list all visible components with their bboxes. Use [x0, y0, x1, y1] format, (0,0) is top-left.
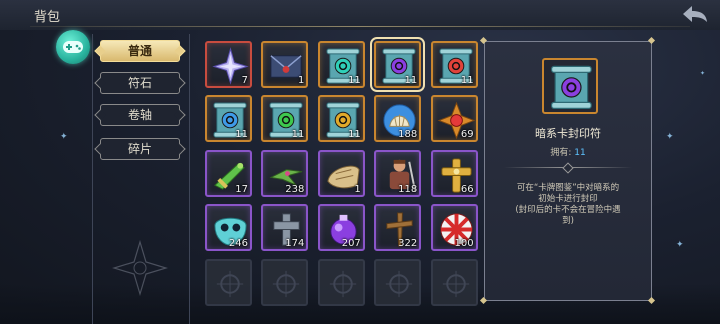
inventory-slot[interactable]: 11: [317, 41, 365, 88]
inventory-slot[interactable]: 17: [205, 149, 252, 197]
item-count: 66: [460, 183, 474, 195]
item-count: 1: [298, 75, 305, 86]
owned-count: 拥有: 11: [484, 145, 652, 158]
inventory-slot[interactable]: 66: [430, 149, 478, 197]
item-count: 322: [398, 238, 418, 250]
tab-runestone[interactable]: 符石: [100, 72, 180, 94]
scroll-purple-rune-icon: [551, 65, 592, 109]
sparkle-icon: ✦: [676, 240, 684, 250]
inventory-slot[interactable]: 100: [430, 204, 478, 252]
item-count: 69: [460, 129, 474, 141]
inventory-slot[interactable]: 1: [261, 41, 309, 88]
inventory-slot[interactable]: 11: [205, 95, 252, 143]
tab-normal[interactable]: 普通: [100, 40, 180, 62]
inventory-slot[interactable]: 11: [261, 95, 309, 143]
detail-item-icon: [542, 58, 598, 114]
item-description-line: (封印后的卡不会在冒险中遇: [515, 205, 621, 215]
gamepad-button[interactable]: [56, 30, 90, 64]
empty-inventory-slot[interactable]: [261, 258, 309, 306]
item-count: 11: [460, 75, 474, 86]
header-divider: [30, 26, 690, 27]
sparkle-icon: ✦: [666, 132, 674, 142]
empty-slot-icon: [216, 270, 244, 297]
inventory-slot[interactable]: 69: [430, 95, 478, 143]
item-count: 246: [228, 238, 248, 250]
item-count: 11: [235, 129, 248, 141]
page-title: 背包: [34, 10, 61, 25]
empty-inventory-slot[interactable]: [205, 258, 252, 306]
item-count: 11: [348, 129, 361, 141]
item-count: 188: [398, 129, 418, 141]
inventory-grid: 7 1 11 11 11 11 11 11 188 69 17 238 1 118 66 246 1…: [198, 36, 480, 324]
inventory-slot[interactable]: 207: [317, 204, 365, 252]
inventory-slot[interactable]: 11: [430, 41, 478, 88]
tab-scroll[interactable]: 卷轴: [100, 104, 180, 126]
item-count: 118: [398, 183, 418, 195]
item-count: 11: [291, 129, 305, 141]
item-description-line: 初始卡进行封印: [538, 194, 598, 204]
inventory-slot[interactable]: 238: [261, 149, 309, 197]
empty-slot-icon: [273, 270, 300, 297]
inventory-slot[interactable]: 246: [205, 204, 252, 252]
inventory-slot[interactable]: 174: [261, 204, 309, 252]
item-description: 可在“卡牌图鉴”中对暗系的 初始卡进行封印 (封印后的卡不会在冒险中遇 到): [494, 183, 642, 227]
owned-value: 11: [574, 148, 586, 158]
ornament-icon: [112, 240, 168, 296]
inventory-slot[interactable]: 188: [374, 95, 422, 143]
gamepad-icon: [63, 41, 83, 53]
inventory-slot[interactable]: 1: [317, 149, 365, 197]
inventory-slot[interactable]: 11: [370, 37, 426, 92]
back-arrow-icon: [683, 6, 707, 22]
empty-slot-icon: [329, 270, 356, 297]
empty-inventory-slot[interactable]: [374, 258, 422, 306]
item-count: 1: [354, 183, 361, 195]
item-count: 174: [285, 238, 305, 250]
sparkle-icon: ✦: [60, 132, 68, 142]
inventory-slot[interactable]: 7: [205, 41, 252, 88]
item-count: 11: [348, 75, 361, 86]
item-count: 7: [241, 75, 248, 86]
inventory-slot[interactable]: 118: [374, 149, 422, 197]
back-button[interactable]: [680, 3, 710, 25]
item-count: 17: [235, 183, 248, 195]
item-description-line: 到): [562, 216, 574, 226]
empty-inventory-slot[interactable]: [317, 258, 365, 306]
detail-divider: [504, 167, 632, 168]
empty-inventory-slot[interactable]: [430, 258, 478, 306]
owned-label: 拥有:: [550, 148, 572, 158]
item-description-line: 可在“卡牌图鉴”中对暗系的: [516, 183, 620, 193]
empty-slot-icon: [386, 270, 413, 297]
inventory-slot[interactable]: 11: [317, 95, 365, 143]
item-count: 100: [454, 238, 474, 250]
item-count: 238: [285, 183, 305, 195]
empty-slot-icon: [442, 270, 469, 297]
sparkle-icon: ✦: [700, 70, 706, 77]
inventory-slot[interactable]: 322: [374, 204, 422, 252]
item-name: 暗系卡封印符: [535, 127, 601, 140]
item-count: 207: [341, 238, 361, 250]
item-count: 11: [404, 75, 418, 86]
tab-fragment[interactable]: 碎片: [100, 138, 180, 160]
